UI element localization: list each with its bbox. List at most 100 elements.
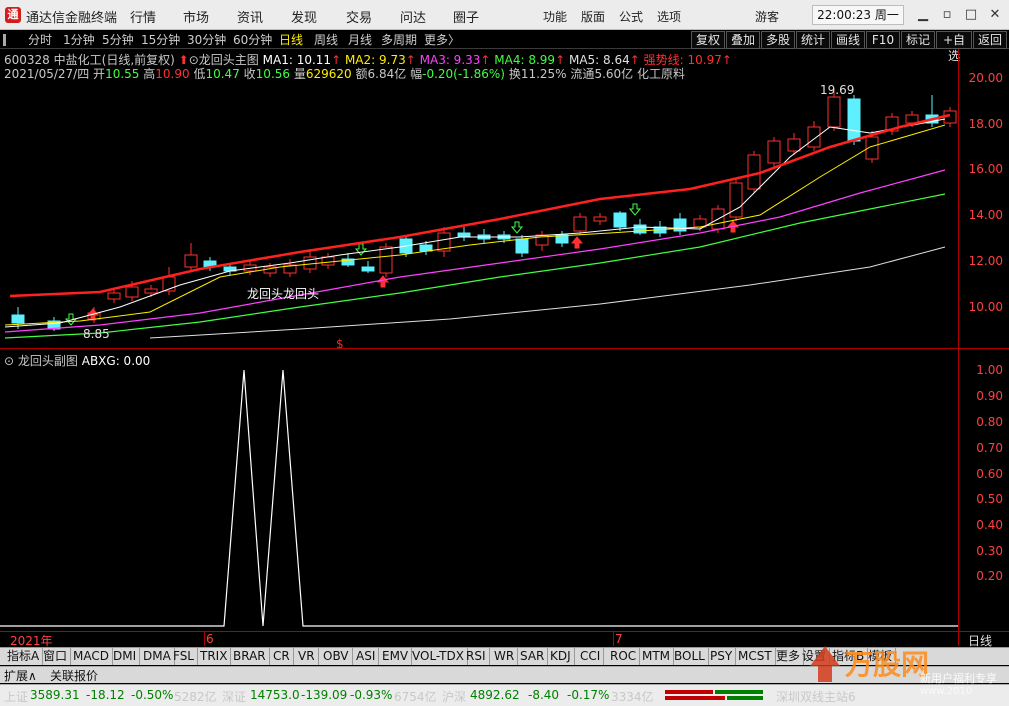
biaoji-button[interactable]: 标记	[901, 31, 935, 49]
candle-body	[379, 246, 393, 274]
sh-amount: 5282亿	[174, 690, 217, 704]
app-logo-icon: 通	[5, 7, 21, 23]
maximize-icon[interactable]: □	[962, 6, 980, 24]
menu-wenda[interactable]: 问达	[400, 7, 426, 26]
menu-banmian[interactable]: 版面	[581, 8, 605, 25]
kline-chart[interactable]: 19.69 8.85 龙回头 龙回头 $	[0, 67, 958, 348]
indicator-tab[interactable]: RSI	[463, 648, 490, 665]
sh-change: -18.12	[86, 688, 125, 702]
period-30min[interactable]: 30分钟	[187, 32, 226, 48]
indicator-chart[interactable]	[0, 365, 958, 630]
y-tick: 10.00	[968, 300, 1003, 314]
date-june: 6	[206, 632, 214, 646]
period-1min[interactable]: 1分钟	[63, 32, 95, 48]
menu-gongshi[interactable]: 公式	[619, 8, 643, 25]
indicator-tab[interactable]: OBV	[320, 648, 353, 665]
diejia-button[interactable]: 叠加	[726, 31, 760, 49]
tongji-button[interactable]: 统计	[796, 31, 830, 49]
sub-y-tick: 0.20	[976, 569, 1003, 583]
related-quote-button[interactable]: 关联报价	[50, 667, 98, 684]
indicator-tab[interactable]: MTM	[639, 648, 675, 665]
indicator-tab[interactable]: 模板	[865, 648, 897, 665]
candle-body	[361, 266, 375, 272]
y-tick: 12.00	[968, 254, 1003, 268]
market-breadth-bars	[665, 688, 765, 702]
hs-amount: 3334亿	[611, 690, 654, 704]
indicator-tab[interactable]: FSL	[170, 648, 198, 665]
longhuitou-label-1: 龙回头	[247, 287, 283, 301]
indicator-tab[interactable]: BRAR	[230, 648, 270, 665]
back-button[interactable]: 返回	[973, 31, 1007, 49]
menu-shichang[interactable]: 市场	[183, 7, 209, 26]
add-favorite-button[interactable]: +自选	[936, 31, 972, 63]
indicator-tab[interactable]: 指标A	[4, 648, 44, 665]
period-15min[interactable]: 15分钟	[141, 32, 180, 48]
candle-body	[457, 232, 471, 238]
candle-body	[515, 238, 529, 254]
sh-index: 3589.31	[30, 688, 80, 702]
close-icon[interactable]: ✕	[986, 6, 1004, 24]
indicator-tab[interactable]: BOLL	[671, 648, 709, 665]
indicator-tab[interactable]: KDJ	[547, 648, 575, 665]
price-axis: 20.00 18.00 16.00 14.00 12.00 10.00 1.00…	[958, 49, 1009, 633]
sell-arrow-icon	[354, 243, 368, 256]
sub-y-tick: 0.90	[976, 389, 1003, 403]
fuquan-button[interactable]: 复权	[691, 31, 725, 49]
f10-button[interactable]: F10	[866, 31, 900, 49]
indicator-tab[interactable]: MCST	[735, 648, 776, 665]
indicator-tab[interactable]: VR	[295, 648, 319, 665]
menu-gongneng[interactable]: 功能	[543, 8, 567, 25]
hs-index: 4892.62	[470, 688, 520, 702]
menu-jiaoyi[interactable]: 交易	[346, 7, 372, 26]
candle-body	[673, 218, 687, 232]
toolbar-handle-icon[interactable]	[3, 34, 11, 46]
candle-body	[787, 138, 801, 152]
server-status[interactable]: 深圳双线主站6	[776, 688, 856, 705]
indicator-tab[interactable]: TRIX	[197, 648, 232, 665]
period-multi[interactable]: 多周期	[381, 32, 417, 48]
indicator-tab[interactable]: CR	[270, 648, 294, 665]
period-fenshi[interactable]: 分时	[28, 32, 52, 48]
indicator-tab[interactable]: MACD	[70, 648, 113, 665]
hs-change: -8.40	[528, 688, 560, 702]
hs-label: 沪深	[442, 690, 467, 704]
period-monthly[interactable]: 月线	[348, 32, 372, 48]
period-weekly[interactable]: 周线	[314, 32, 338, 48]
app-title: 通达信金融终端	[26, 11, 118, 26]
menu-zixun[interactable]: 资讯	[237, 7, 263, 26]
indicator-tab[interactable]: 设置	[799, 648, 831, 665]
indicator-tab[interactable]: ROC	[607, 648, 641, 665]
indicator-tab[interactable]: DMI	[110, 648, 141, 665]
indicator-tab[interactable]: WR	[491, 648, 519, 665]
expand-button[interactable]: 扩展∧	[4, 667, 37, 684]
indicator-tab[interactable]: EMV	[379, 648, 413, 665]
restore-icon[interactable]: ▫	[938, 6, 956, 24]
menu-xuanxiang[interactable]: 选项	[657, 8, 681, 25]
abxg-line	[0, 369, 958, 627]
menu-hangqing[interactable]: 行情	[130, 7, 156, 26]
candle-body	[11, 314, 25, 324]
sz-pct: -0.93%	[350, 688, 393, 702]
candle-body	[905, 114, 919, 124]
candle-body	[747, 154, 761, 190]
period-more[interactable]: 更多〉	[424, 32, 460, 48]
indicator-tab[interactable]: 指标B	[829, 648, 869, 665]
indicator-tab[interactable]: SAR	[517, 648, 549, 665]
indicator-tab[interactable]: PSY	[707, 648, 737, 665]
indicator-tab[interactable]: 窗口	[40, 648, 72, 665]
menu-quanzi[interactable]: 圈子	[453, 7, 479, 26]
huaxian-button[interactable]: 画线	[831, 31, 865, 49]
period-5min[interactable]: 5分钟	[102, 32, 134, 48]
menu-faxian[interactable]: 发现	[291, 7, 317, 26]
period-daily[interactable]: 日线	[279, 32, 303, 48]
y-tick: 14.00	[968, 208, 1003, 222]
user-label[interactable]: 游客	[755, 8, 779, 25]
indicator-tab[interactable]: VOL-TDX	[409, 648, 468, 665]
duogu-button[interactable]: 多股	[761, 31, 795, 49]
candle-body	[573, 216, 587, 232]
sub-y-tick: 0.40	[976, 518, 1003, 532]
minimize-icon[interactable]: ▁	[914, 6, 932, 24]
indicator-tab[interactable]: ASI	[353, 648, 380, 665]
indicator-tab[interactable]: CCI	[577, 648, 605, 665]
period-60min[interactable]: 60分钟	[233, 32, 272, 48]
